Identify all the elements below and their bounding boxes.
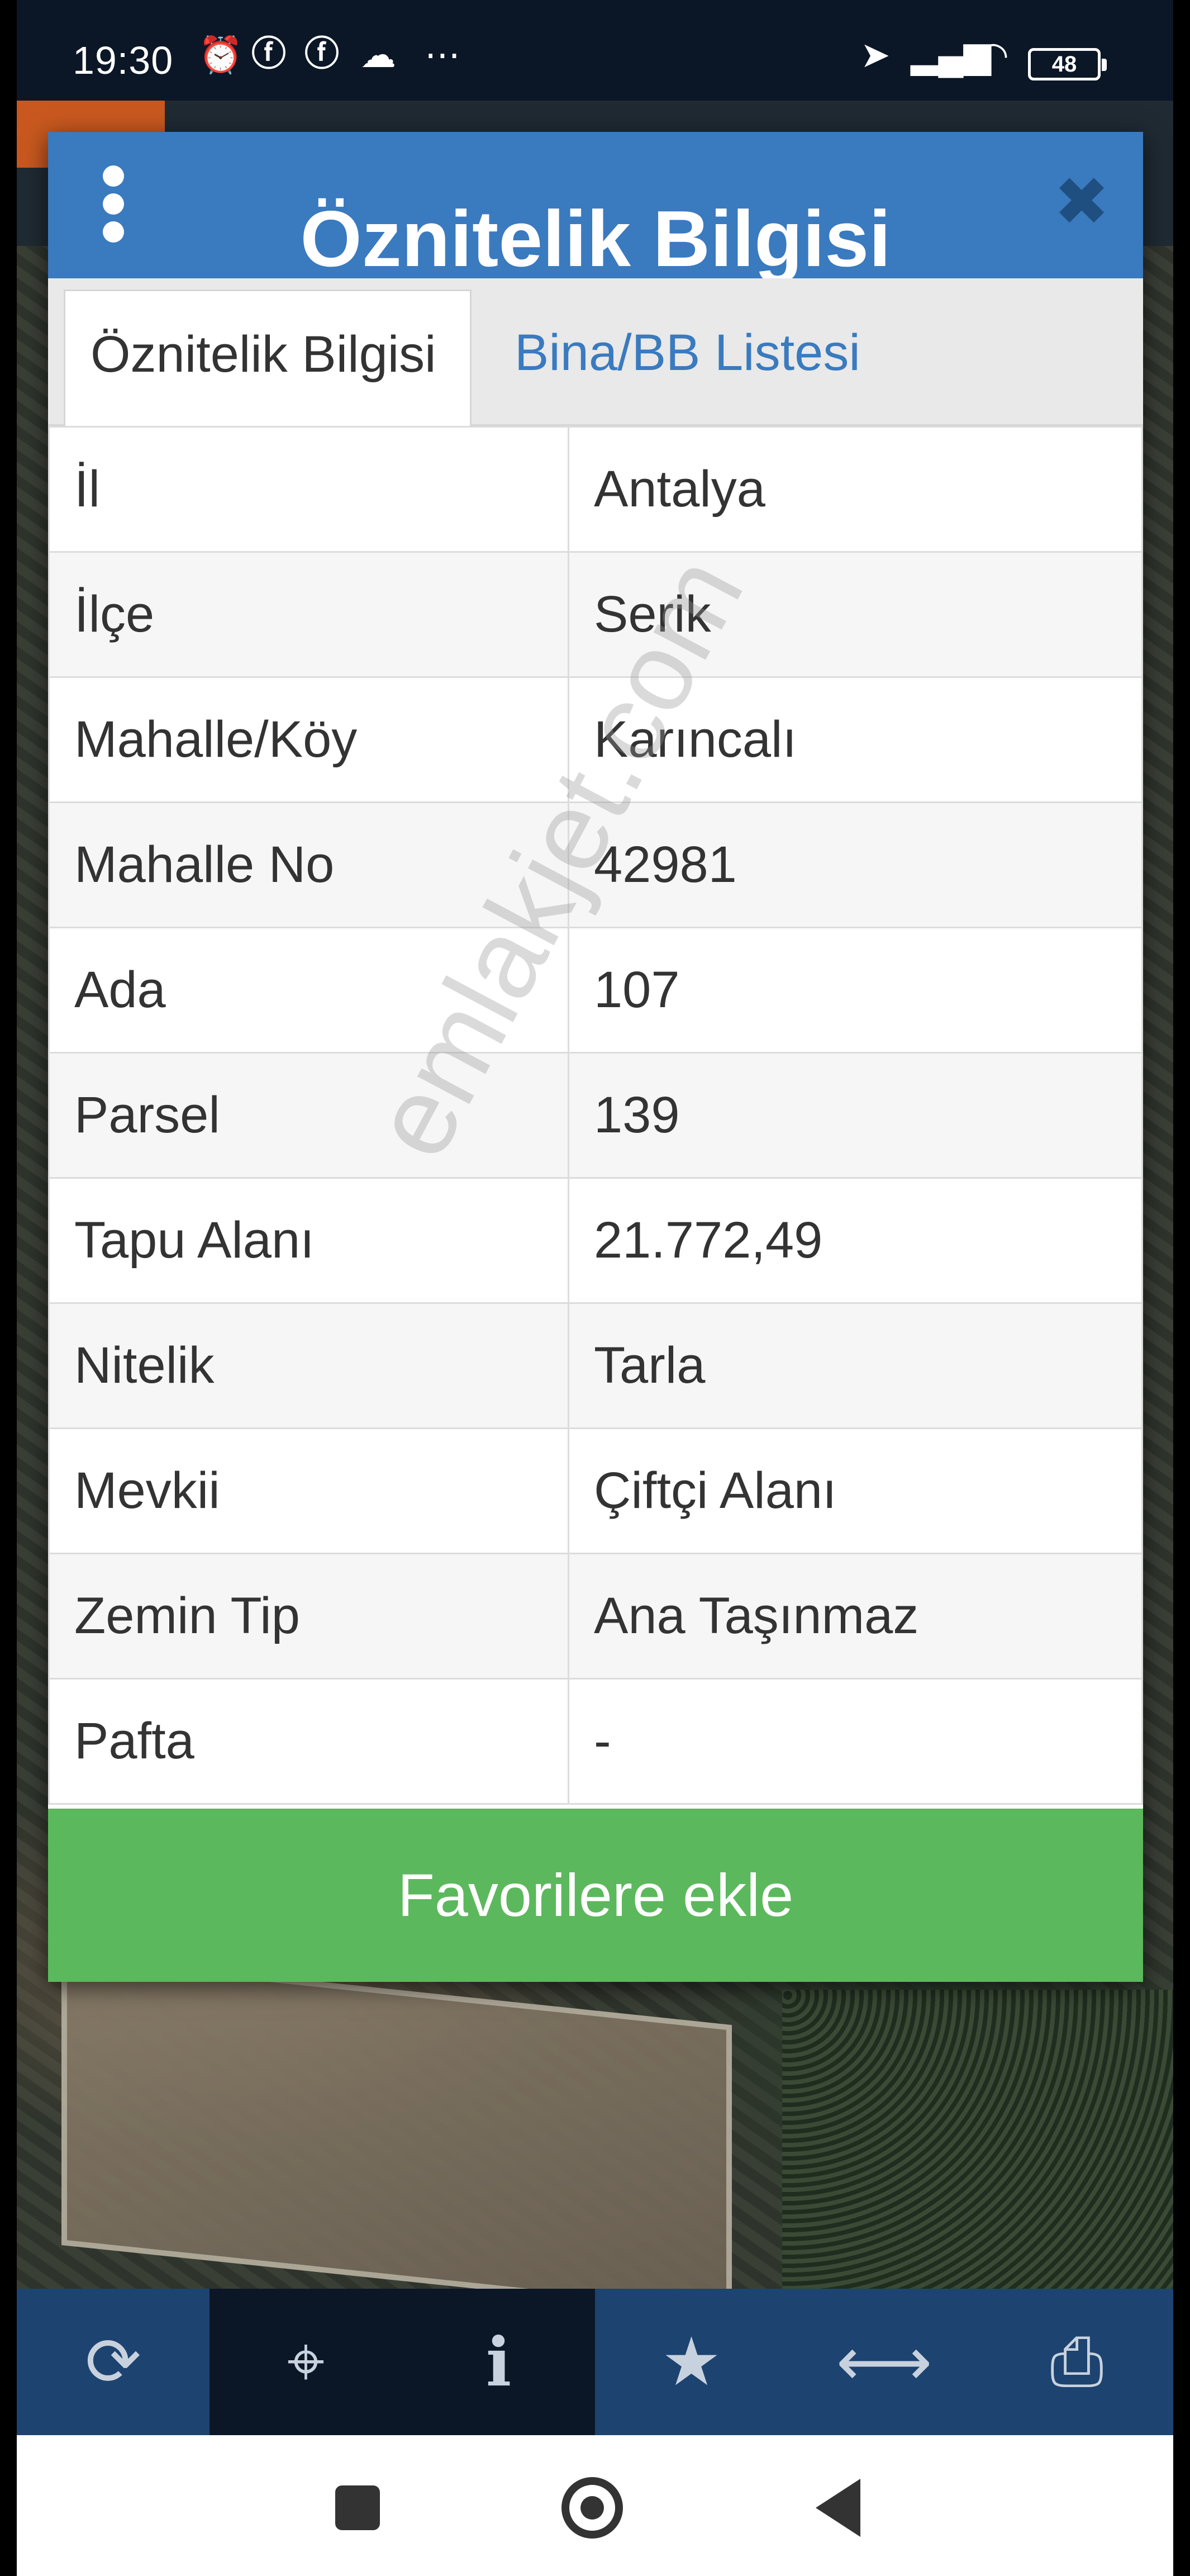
facebook-icon: ⓕ xyxy=(251,35,287,73)
table-row: İlçe Serik xyxy=(48,551,1143,678)
attribute-key: Parsel xyxy=(48,1052,569,1179)
facebook-icon: ⓕ xyxy=(304,35,340,73)
attribute-table: İl Antalya İlçe Serik Mahalle/Köy Karınc… xyxy=(48,426,1143,1805)
attribute-value: Ana Taşınmaz xyxy=(568,1553,1143,1680)
refresh-icon[interactable]: ⟳ xyxy=(17,2289,210,2435)
tab-attribute-info[interactable]: Öznitelik Bilgisi xyxy=(64,290,472,428)
attribute-dialog: Öznitelik Bilgisi ✖ Öznitelik Bilgisi Bi… xyxy=(48,132,1143,1982)
attribute-value: 107 xyxy=(568,927,1143,1054)
system-nav-bar xyxy=(17,2435,1173,2576)
status-time: 19:30 xyxy=(73,39,174,82)
attribute-key: Zemin Tip xyxy=(48,1553,569,1680)
info-icon[interactable]: i xyxy=(402,2289,595,2435)
more-icon: ⋯ xyxy=(425,35,460,75)
status-bar: 19:30 ⏰ ⓕ ⓕ ☁ ⋯ ➤ ▂▄▆ ◠ 48 xyxy=(17,0,1173,101)
alarm-icon: ⏰ xyxy=(198,35,243,75)
attribute-value: 21.772,49 xyxy=(568,1177,1143,1304)
map-orchard xyxy=(782,1990,1173,2292)
bottom-toolbar: ⟳ ⌖ i ★ ⟷ ⎙ xyxy=(17,2289,1173,2435)
attribute-key: Pafta xyxy=(48,1678,569,1805)
attribute-key: Nitelik xyxy=(48,1302,569,1429)
home-button[interactable] xyxy=(561,2477,623,2539)
recent-apps-button[interactable] xyxy=(335,2485,380,2530)
table-row: Pafta - xyxy=(48,1678,1143,1805)
attribute-value: 42981 xyxy=(568,801,1143,928)
attribute-key: Mahalle/Köy xyxy=(48,676,569,803)
measure-icon[interactable]: ⟷ xyxy=(788,2289,980,2435)
dialog-title: Öznitelik Bilgisi xyxy=(300,194,891,283)
wifi-icon: ◠ xyxy=(978,35,1009,75)
left-bezel xyxy=(0,0,17,2576)
table-row: Parsel 139 xyxy=(48,1052,1143,1179)
attribute-key: Tapu Alanı xyxy=(48,1177,569,1304)
table-row: İl Antalya xyxy=(48,426,1143,553)
attribute-key: Mevkii xyxy=(48,1427,569,1554)
star-icon[interactable]: ★ xyxy=(595,2289,788,2435)
table-row: Mevkii Çiftçi Alanı xyxy=(48,1427,1143,1554)
add-favorite-button[interactable]: Favorilere ekle xyxy=(48,1809,1143,1982)
cloud-icon: ☁ xyxy=(360,35,396,75)
table-row: Mahalle/Köy Karıncalı xyxy=(48,676,1143,803)
attribute-value: - xyxy=(568,1678,1143,1805)
table-row: Nitelik Tarla xyxy=(48,1302,1143,1429)
attribute-key: İlçe xyxy=(48,551,569,678)
dialog-header: Öznitelik Bilgisi ✖ xyxy=(48,132,1143,283)
battery-indicator: 48 xyxy=(1028,48,1107,80)
locate-icon[interactable]: ⌖ xyxy=(210,2289,402,2435)
attribute-value: Antalya xyxy=(568,426,1143,553)
table-row: Mahalle No 42981 xyxy=(48,801,1143,928)
attribute-key: İl xyxy=(48,426,569,553)
attribute-value: Karıncalı xyxy=(568,676,1143,803)
attribute-key: Mahalle No xyxy=(48,801,569,928)
attribute-key: Ada xyxy=(48,927,569,1054)
location-icon: ➤ xyxy=(860,35,891,75)
attribute-value: Serik xyxy=(568,551,1143,678)
tab-bar: Öznitelik Bilgisi Bina/BB Listesi xyxy=(48,278,1143,428)
close-icon[interactable]: ✖ xyxy=(1051,168,1112,235)
print-icon[interactable]: ⎙ xyxy=(980,2289,1173,2435)
attribute-value: Çiftçi Alanı xyxy=(568,1427,1143,1554)
right-bezel xyxy=(1173,0,1190,2576)
table-row: Tapu Alanı 21.772,49 xyxy=(48,1177,1143,1304)
tab-building-list[interactable]: Bina/BB Listesi xyxy=(489,290,936,428)
table-row: Zemin Tip Ana Taşınmaz xyxy=(48,1553,1143,1680)
attribute-value: Tarla xyxy=(568,1302,1143,1429)
table-row: Ada 107 xyxy=(48,927,1143,1054)
attribute-value: 139 xyxy=(568,1052,1143,1179)
back-button[interactable] xyxy=(816,2479,860,2537)
